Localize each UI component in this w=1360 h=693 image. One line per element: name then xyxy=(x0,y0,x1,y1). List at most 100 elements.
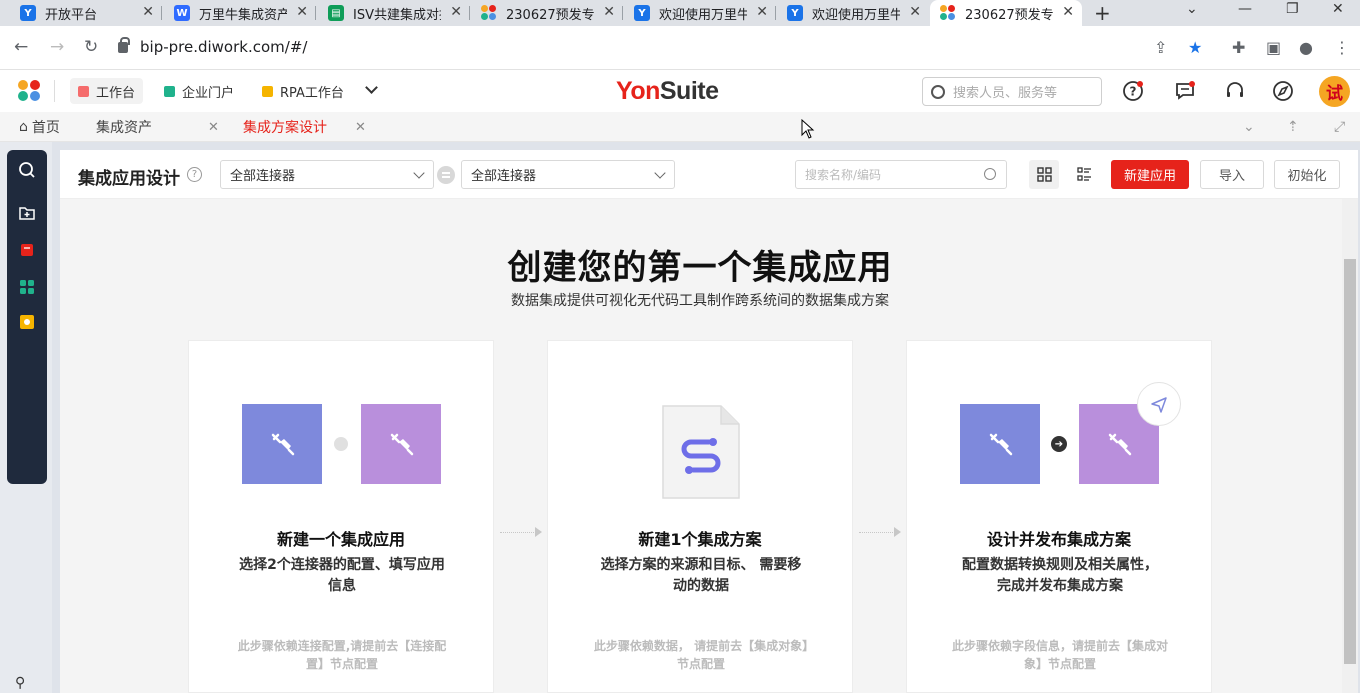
close-icon[interactable]: ✕ xyxy=(355,120,366,135)
help-icon[interactable]: ? xyxy=(1122,80,1144,102)
help-icon[interactable]: ? xyxy=(187,167,202,182)
folder-add-icon[interactable] xyxy=(18,204,36,222)
header-tab-portal[interactable]: 企业门户 xyxy=(156,78,242,104)
close-icon[interactable]: ✕ xyxy=(1062,4,1074,20)
connector-select-right[interactable]: 全部连接器 xyxy=(461,160,675,189)
tab-solution-design[interactable]: 集成方案设计 ✕ xyxy=(243,112,373,142)
scrollbar-thumb[interactable] xyxy=(1344,259,1356,664)
profile-icon[interactable]: ● xyxy=(1299,38,1313,57)
bookmark-star-icon[interactable]: ★ xyxy=(1188,38,1202,57)
browser-tab[interactable]: ▤ ISV共建集成对接 ✕ xyxy=(318,0,470,26)
browser-tab[interactable]: Y 欢迎使用万里牛 ✕ xyxy=(777,0,929,26)
tab-integration-assets[interactable]: 集成资产 ✕ xyxy=(96,112,226,142)
close-icon[interactable]: ✕ xyxy=(142,4,154,20)
message-icon[interactable] xyxy=(1174,80,1196,102)
close-icon[interactable]: ✕ xyxy=(909,4,921,20)
name-code-search-input[interactable]: 搜索名称/编码 xyxy=(795,160,1007,189)
apps-grid-icon[interactable] xyxy=(18,278,36,296)
browser-tab[interactable]: Y 欢迎使用万里牛 ✕ xyxy=(624,0,776,26)
scrollbar[interactable] xyxy=(1342,199,1358,693)
url-field[interactable]: bip-pre.diwork.com/#/ xyxy=(118,36,308,56)
grid-view-icon[interactable] xyxy=(1029,160,1059,189)
address-bar: ← → ↻ bip-pre.diwork.com/#/ ⇪ ★ ✚ ▣ ● ⋮ xyxy=(0,26,1360,70)
close-icon[interactable]: ✕ xyxy=(603,4,615,20)
step-arrow-icon xyxy=(859,527,901,537)
search-icon[interactable] xyxy=(18,161,36,179)
plug-icon xyxy=(390,433,414,456)
url-text: bip-pre.diwork.com/#/ xyxy=(140,38,308,56)
tab-label: 集成方案设计 xyxy=(243,120,327,136)
left-sidebar: ⚲ xyxy=(0,142,52,693)
portal-icon xyxy=(164,85,175,97)
search-icon xyxy=(984,168,996,180)
browser-tab-title: 万里牛集成资产 xyxy=(199,7,287,23)
sidepanel-icon[interactable]: ▣ xyxy=(1266,38,1281,57)
close-window-icon[interactable]: ✕ xyxy=(1332,1,1344,17)
step-card-create-solution[interactable]: 新建1个集成方案 选择方案的来源和目标、 需要移动的数据 此步骤依赖数据， 请提… xyxy=(547,340,853,693)
pin-icon[interactable]: ⚲ xyxy=(15,675,25,691)
hero-title: 创建您的第一个集成应用 xyxy=(507,248,893,288)
menu-kebab-icon[interactable]: ⋮ xyxy=(1334,38,1350,57)
yonsuite-dots-icon xyxy=(481,5,497,21)
toolbar: 集成应用设计 ? 全部连接器 全部连接器 搜索名称/编码 新建应用 导入 初始化 xyxy=(60,150,1358,199)
card-note: 此步骤依赖连接配置,请提前去【连接配置】节点配置 xyxy=(237,639,447,671)
new-app-button[interactable]: 新建应用 xyxy=(1111,160,1189,189)
browser-tab-title: 开放平台 xyxy=(45,7,98,23)
header-tab-label: 工作台 xyxy=(96,85,136,101)
note-icon[interactable] xyxy=(18,241,36,259)
browser-tab[interactable]: 230627预发专属 ✕ xyxy=(471,0,623,26)
connector-tile xyxy=(242,404,322,484)
step-card-publish[interactable]: ➔ 设计并发布集成方案 配置数据转换规则及相关属性，完成并发布集成方案 此步骤依… xyxy=(906,340,1212,693)
new-tab-icon[interactable]: + xyxy=(1094,1,1111,25)
connector-select-left[interactable]: 全部连接器 xyxy=(220,160,434,189)
reload-icon[interactable]: ↻ xyxy=(84,37,98,57)
browser-tab[interactable]: W 万里牛集成资产 ✕ xyxy=(164,0,316,26)
workbench-icon xyxy=(78,85,89,97)
extensions-icon[interactable]: ✚ xyxy=(1232,38,1245,57)
browser-tab-active[interactable]: 230627预发专属 ✕ xyxy=(930,0,1082,26)
close-icon[interactable]: ✕ xyxy=(756,4,768,20)
header-tab-rpa[interactable]: RPA工作台 xyxy=(254,78,352,104)
compass-icon[interactable] xyxy=(1272,80,1294,102)
expand-icon[interactable]: ⤢ xyxy=(1334,119,1345,135)
chevron-down-icon[interactable]: ⌄ xyxy=(1243,119,1255,135)
forward-icon[interactable]: → xyxy=(50,37,64,57)
list-view-icon[interactable] xyxy=(1069,160,1099,189)
import-button[interactable]: 导入 xyxy=(1200,160,1264,189)
step-card-create-app[interactable]: 新建一个集成应用 选择2个连接器的配置、填写应用信息 此步骤依赖连接配置,请提前… xyxy=(188,340,494,693)
search-placeholder: 搜索名称/编码 xyxy=(805,168,882,182)
minimize-icon[interactable]: — xyxy=(1238,1,1252,17)
yonsuite-logo-icon[interactable] xyxy=(18,80,42,102)
send-icon xyxy=(1137,382,1181,426)
plug-icon xyxy=(1108,433,1132,456)
arrow-up-icon[interactable]: ⇡ xyxy=(1287,119,1299,135)
home-icon: ⌂ xyxy=(19,119,28,135)
equal-icon xyxy=(334,437,348,451)
chevron-down-icon[interactable] xyxy=(365,81,378,94)
headset-icon[interactable] xyxy=(1224,80,1246,102)
search-icon xyxy=(931,84,945,99)
browser-tab[interactable]: Y 开放平台 ✕ xyxy=(10,0,162,26)
select-value: 全部连接器 xyxy=(471,169,537,184)
back-icon[interactable]: ← xyxy=(14,37,28,57)
tab-home[interactable]: ⌂ 首页 xyxy=(19,112,60,142)
hero-subtitle: 数据集成提供可视化无代码工具制作跨系统间的数据集成方案 xyxy=(511,293,889,309)
step-arrow-icon xyxy=(500,527,542,537)
header-tab-workbench[interactable]: 工作台 xyxy=(70,78,144,104)
lock-icon xyxy=(118,36,130,53)
initialize-button[interactable]: 初始化 xyxy=(1274,160,1340,189)
close-icon[interactable]: ✕ xyxy=(450,4,462,20)
avatar[interactable]: 试 xyxy=(1319,76,1350,107)
share-icon[interactable]: ⇪ xyxy=(1154,38,1167,57)
home-star-icon[interactable] xyxy=(18,313,36,331)
card-description: 选择方案的来源和目标、 需要移动的数据 xyxy=(600,557,802,594)
restore-icon[interactable]: ❐ xyxy=(1286,1,1299,17)
browser-tab-title: 230627预发专属 xyxy=(965,7,1053,23)
chevron-down-icon xyxy=(413,167,425,179)
chevron-down-icon[interactable]: ⌄ xyxy=(1186,1,1198,17)
card-note: 此步骤依赖数据， 请提前去【集成对象】节点配置 xyxy=(593,639,809,671)
close-icon[interactable]: ✕ xyxy=(296,4,308,20)
header-search-input[interactable]: 搜索人员、服务等 xyxy=(922,77,1102,106)
card-description: 选择2个连接器的配置、填写应用信息 xyxy=(239,557,445,594)
close-icon[interactable]: ✕ xyxy=(208,120,219,135)
